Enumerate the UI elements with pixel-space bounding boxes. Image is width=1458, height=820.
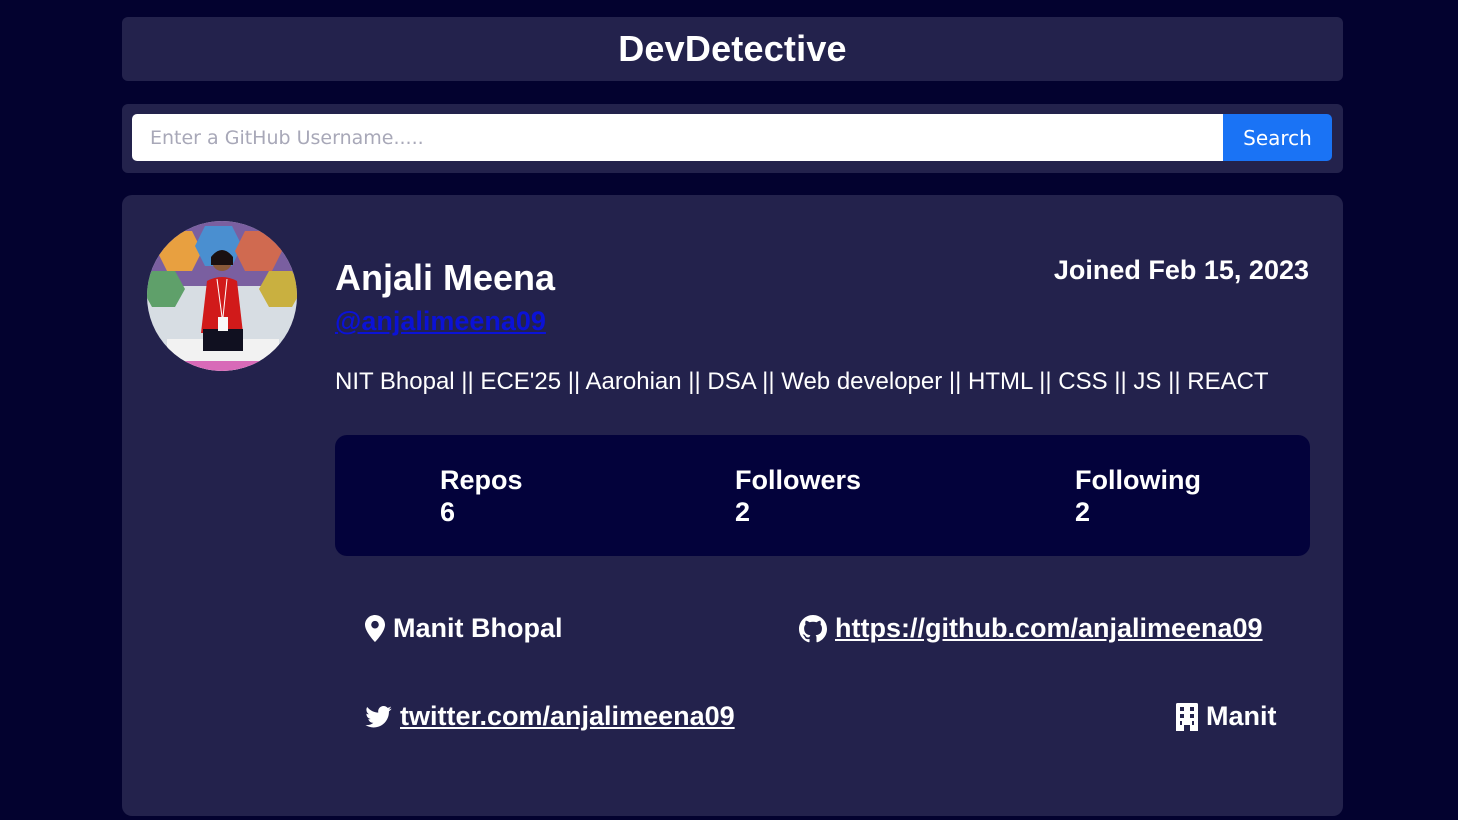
- stat-followers-label: Followers: [735, 465, 862, 495]
- stat-following-value: 2: [1075, 497, 1091, 527]
- search-bar: Search: [122, 104, 1343, 173]
- company-text: Manit: [1206, 701, 1277, 731]
- github-icon: [799, 614, 827, 643]
- building-icon: [1176, 702, 1198, 731]
- location-text: Manit Bhopal: [393, 613, 563, 643]
- stat-repos-label: Repos: [440, 465, 523, 495]
- stat-followers: Followers 2: [735, 464, 861, 528]
- stat-followers-value: 2: [735, 497, 751, 527]
- company-item: Manit: [1176, 701, 1277, 732]
- app-header: DevDetective: [122, 17, 1343, 81]
- avatar: [147, 221, 297, 371]
- map-pin-icon: [365, 615, 385, 642]
- stat-repos: Repos 6: [440, 464, 523, 528]
- profile-card: Anjali Meena @anjalimeena09 Joined Feb 1…: [122, 195, 1343, 816]
- profile-name: Anjali Meena: [335, 257, 556, 298]
- blog-item: https://github.com/anjalimeena09: [799, 613, 1263, 644]
- stat-following-label: Following: [1075, 465, 1201, 495]
- twitter-icon: [365, 705, 392, 728]
- stat-following: Following 2: [1075, 464, 1201, 528]
- twitter-item: twitter.com/anjalimeena09: [365, 701, 735, 732]
- profile-username-link[interactable]: @anjalimeena09: [335, 306, 546, 337]
- search-input[interactable]: [132, 114, 1223, 161]
- location-item: Manit Bhopal: [365, 613, 563, 644]
- stat-repos-value: 6: [440, 497, 456, 527]
- avatar-image: [147, 221, 297, 371]
- blog-link[interactable]: https://github.com/anjalimeena09: [835, 613, 1263, 644]
- app-title: DevDetective: [618, 28, 847, 69]
- joined-date: Joined Feb 15, 2023: [1053, 255, 1309, 285]
- profile-bio: NIT Bhopal || ECE'25 || Aarohian || DSA …: [335, 368, 1269, 395]
- twitter-link[interactable]: twitter.com/anjalimeena09: [400, 701, 735, 732]
- stats-panel: Repos 6 Followers 2 Following 2: [335, 435, 1310, 556]
- search-button[interactable]: Search: [1223, 114, 1332, 161]
